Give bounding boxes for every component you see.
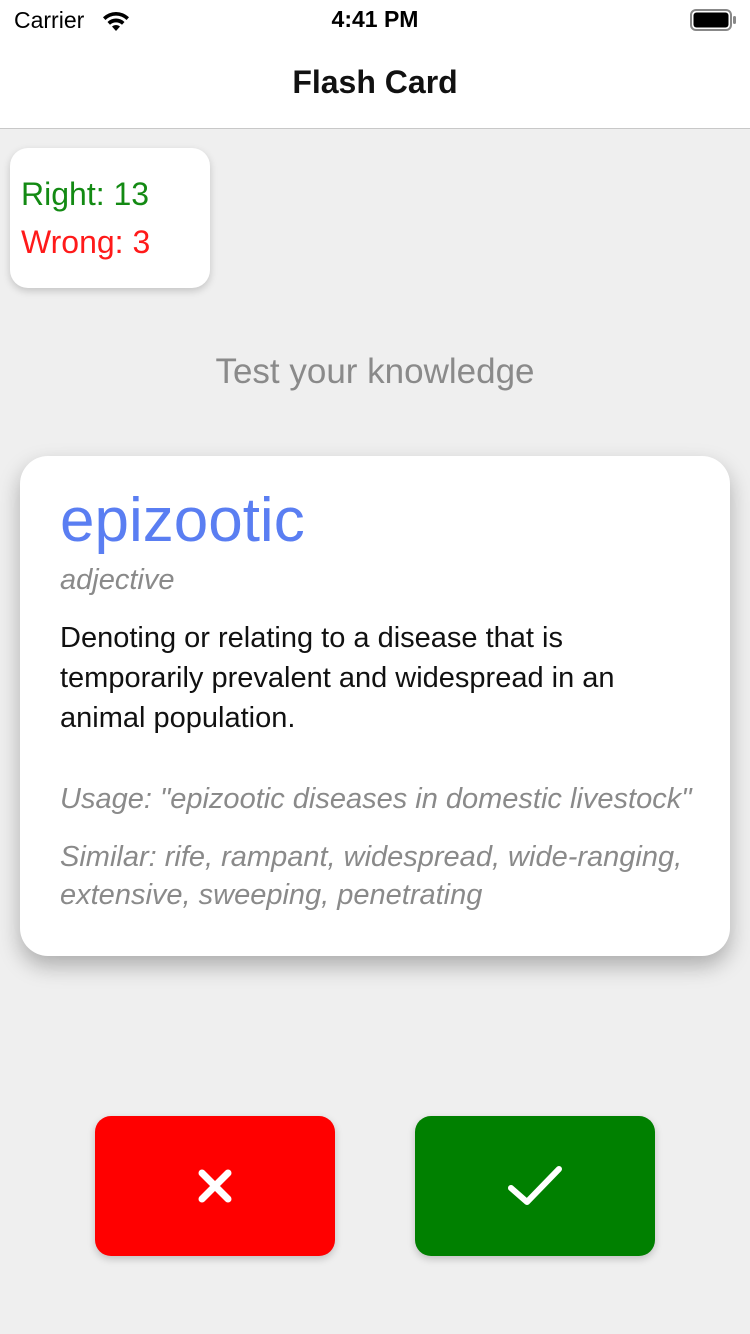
card-definition: Denoting or relating to a disease that i…: [60, 622, 615, 734]
right-button[interactable]: [415, 1116, 655, 1256]
prompt-text: Test your knowledge: [215, 352, 535, 391]
card-similar: Similar: rife, rampant, widespread, wide…: [60, 841, 683, 911]
flash-card-screen: Carrier 4:41 PM Flash Card Right: 13 Wro…: [0, 0, 750, 1334]
card-usage: Usage: "epizootic diseases in domestic l…: [60, 783, 692, 815]
flash-card[interactable]: epizootic adjective Denoting or relating…: [20, 456, 730, 956]
right-count: Right: 13: [21, 176, 150, 212]
page-title: Flash Card: [292, 64, 458, 100]
wrong-count: Wrong: 3: [21, 224, 151, 260]
battery-icon: [690, 9, 736, 31]
card-part-of-speech: adjective: [60, 564, 175, 596]
status-time: 4:41 PM: [331, 6, 419, 32]
navigation-bar: Carrier 4:41 PM Flash Card: [0, 0, 750, 129]
wrong-button[interactable]: [95, 1116, 335, 1256]
close-icon: [198, 1169, 232, 1203]
card-word: epizootic: [60, 486, 305, 555]
card-content: epizootic adjective Denoting or relating…: [60, 484, 700, 932]
score-card: Right: 13 Wrong: 3: [10, 148, 210, 288]
checkmark-icon: [508, 1166, 562, 1205]
